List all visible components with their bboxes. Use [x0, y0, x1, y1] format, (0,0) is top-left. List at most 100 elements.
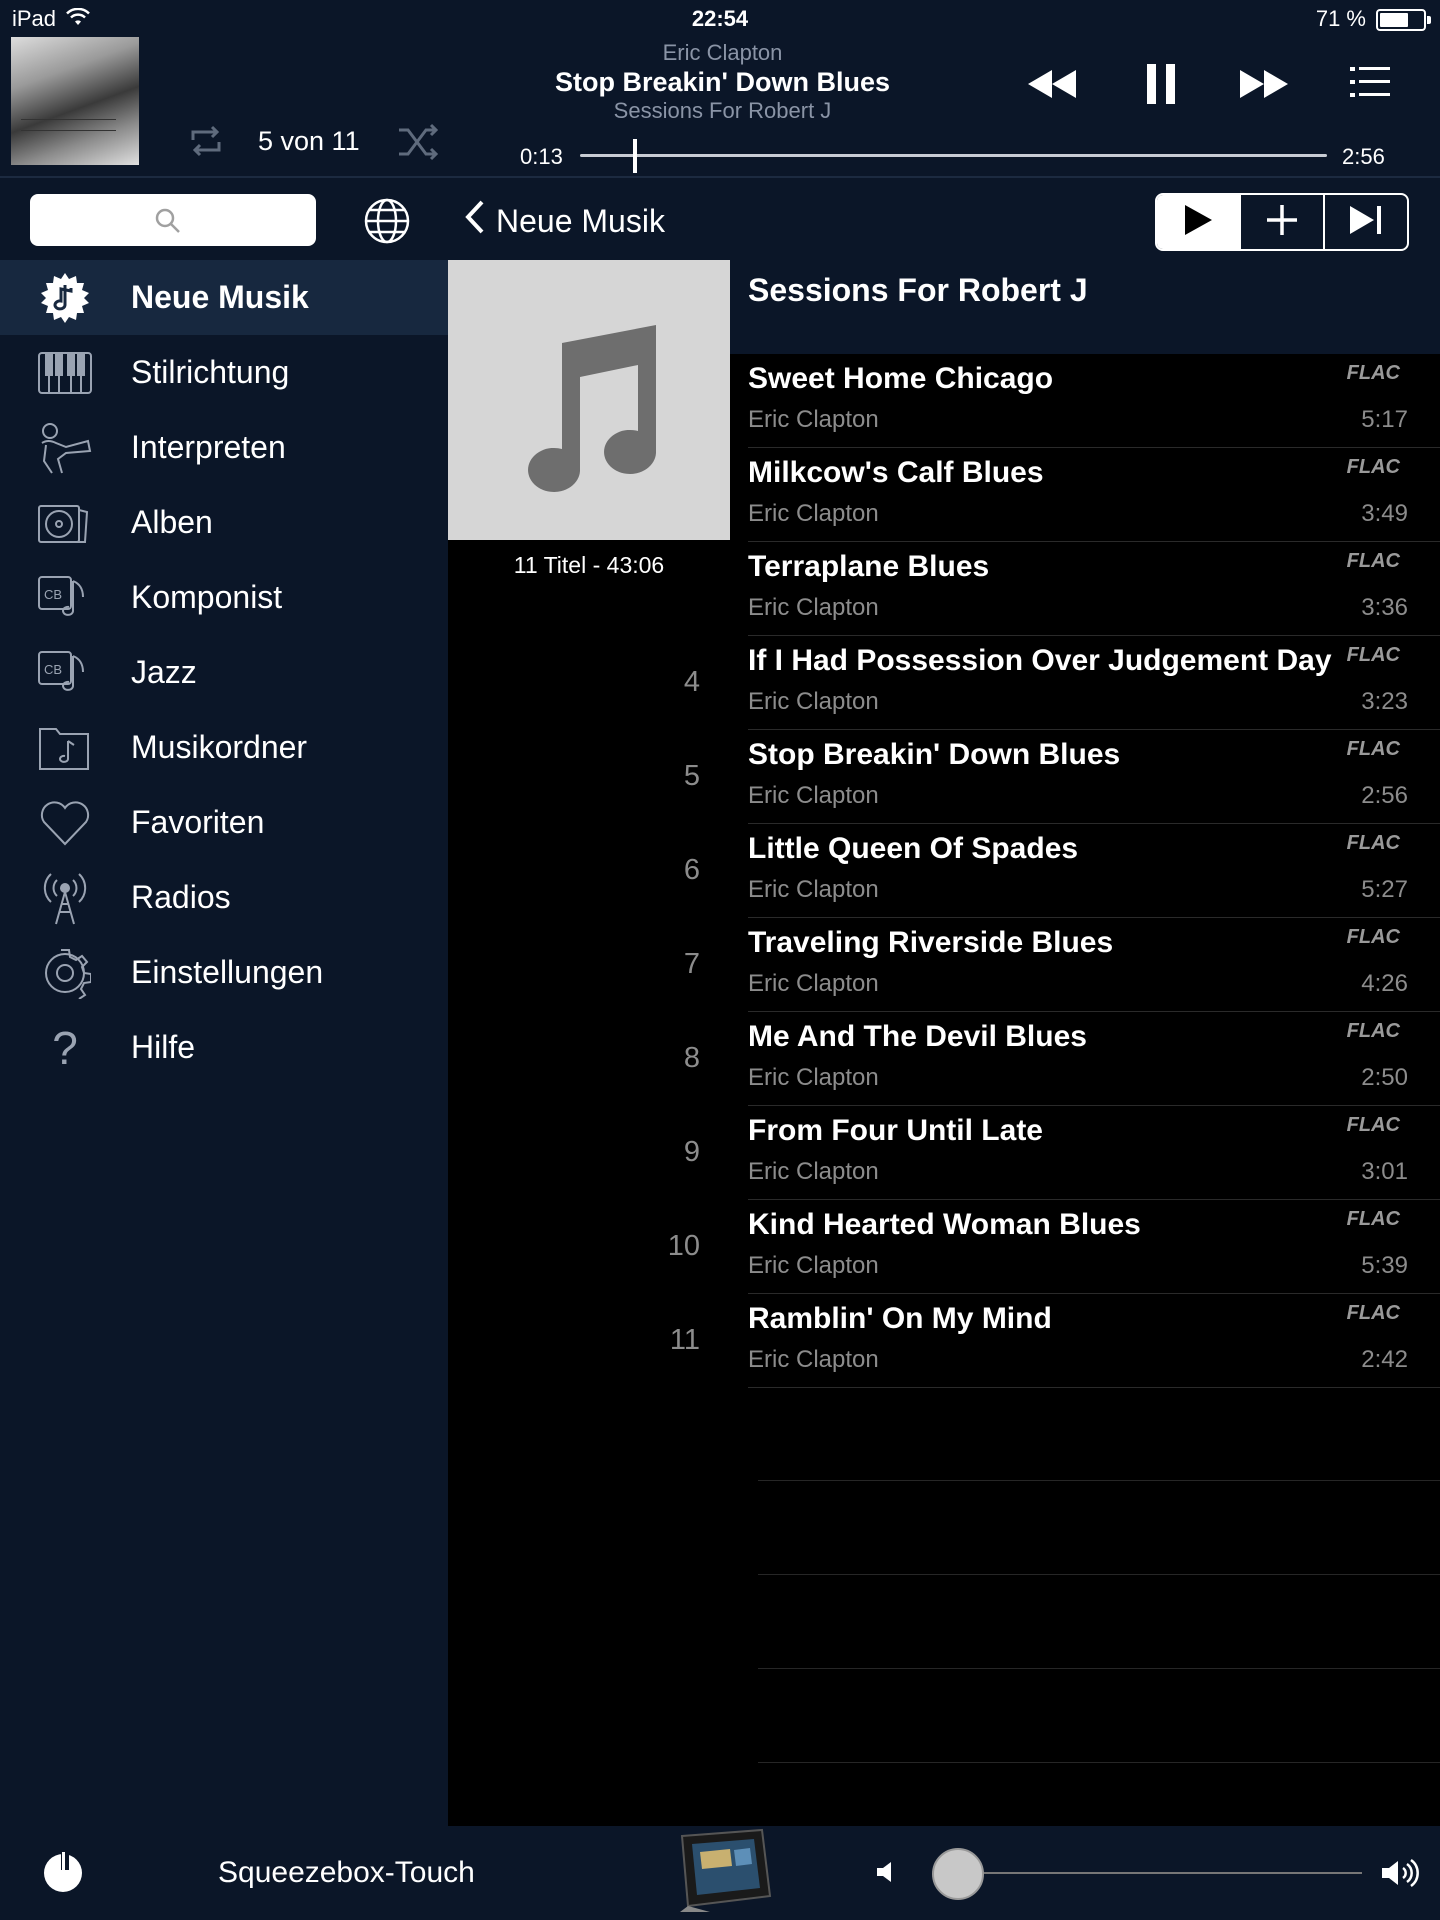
sidebar-item-favoriten[interactable]: Favoriten	[0, 785, 448, 860]
status-time: 22:54	[691, 6, 749, 31]
repeat-icon[interactable]	[185, 120, 227, 167]
squeezebox-device-icon[interactable]	[670, 1826, 774, 1912]
track-artist: Eric Clapton	[748, 594, 879, 621]
track-artist: Eric Clapton	[748, 688, 879, 715]
track-artist: Eric Clapton	[748, 406, 879, 433]
track-title: If I Had Possession Over Judgement Day	[748, 644, 1332, 677]
track-duration: 2:50	[1361, 1064, 1408, 1091]
track-number: 4	[683, 666, 700, 698]
track-format: FLAC	[1346, 1302, 1400, 1324]
now-playing-cover[interactable]	[11, 37, 139, 165]
track-row[interactable]: Sweet Home Chicago Eric Clapton FLAC 5:1…	[448, 354, 1440, 448]
track-format: FLAC	[1346, 738, 1400, 760]
track-format: FLAC	[1346, 456, 1400, 478]
volume-track[interactable]	[950, 1872, 1362, 1874]
track-number: 5	[683, 760, 700, 792]
sidebar-item-hilfe[interactable]: ? Hilfe	[0, 1010, 448, 1085]
sidebar-item-label: Alben	[131, 504, 213, 540]
album-detail: 11 Titel - 43:06 Sessions For Robert J S…	[448, 260, 1440, 1826]
track-title: Kind Hearted Woman Blues	[748, 1208, 1141, 1241]
track-row[interactable]: Milkcow's Calf Blues Eric Clapton FLAC 3…	[448, 448, 1440, 542]
add-to-queue-button[interactable]	[1241, 195, 1325, 249]
track-row[interactable]: 4 If I Had Possession Over Judgement Day…	[448, 636, 1440, 730]
track-number: 10	[667, 1230, 700, 1262]
gear-icon	[36, 946, 94, 1000]
sidebar-item-label: Radios	[131, 879, 231, 915]
sidebar-item-interpreten[interactable]: Interpreten	[0, 410, 448, 485]
back-button[interactable]: Neue Musik	[462, 198, 665, 244]
play-all-button[interactable]	[1157, 195, 1241, 249]
sidebar-item-neue-musik[interactable]: Neue Musik	[0, 260, 448, 335]
sidebar-item-radios[interactable]: Radios	[0, 860, 448, 935]
track-artist: Eric Clapton	[748, 1252, 879, 1279]
volume-down-icon[interactable]	[875, 1860, 897, 1889]
player-name[interactable]: Squeezebox-Touch	[218, 1856, 475, 1890]
track-row[interactable]: 8 Me And The Devil Blues Eric Clapton FL…	[448, 1012, 1440, 1106]
track-number: 11	[669, 1324, 700, 1356]
track-row[interactable]: 11 Ramblin' On My Mind Eric Clapton FLAC…	[448, 1294, 1440, 1388]
track-number: 6	[683, 854, 700, 886]
sidebar-item-label: Favoriten	[131, 804, 265, 840]
sidebar-item-label: Jazz	[131, 654, 197, 690]
track-format: FLAC	[1346, 550, 1400, 572]
battery-percent: 71 %	[1315, 6, 1366, 31]
fast-forward-icon[interactable]	[1236, 64, 1292, 109]
musician-icon	[36, 421, 94, 475]
sidebar-item-label: Musikordner	[131, 729, 308, 765]
sidebar-item-stilrichtung[interactable]: Stilrichtung	[0, 335, 448, 410]
track-title: Stop Breakin' Down Blues	[748, 738, 1121, 771]
track-row[interactable]: 7 Traveling Riverside Blues Eric Clapton…	[448, 918, 1440, 1012]
elapsed-time: 0:13	[520, 144, 563, 169]
rewind-icon[interactable]	[1024, 64, 1080, 109]
track-row[interactable]: 9 From Four Until Late Eric Clapton FLAC…	[448, 1106, 1440, 1200]
track-format: FLAC	[1346, 362, 1400, 384]
track-duration: 2:56	[1361, 782, 1408, 809]
queue-list-icon[interactable]	[1348, 62, 1392, 107]
track-duration: 4:26	[1361, 970, 1408, 997]
progress-handle[interactable]	[633, 139, 638, 173]
track-row[interactable]: Terraplane Blues Eric Clapton FLAC 3:36	[448, 542, 1440, 636]
now-playing-artist: Eric Clapton	[662, 40, 783, 65]
track-artist: Eric Clapton	[748, 970, 879, 997]
add-icon	[1264, 202, 1300, 243]
pause-icon[interactable]	[1144, 62, 1178, 111]
track-duration: 3:01	[1361, 1158, 1408, 1185]
sidebar-item-jazz[interactable]: CB Jazz	[0, 635, 448, 710]
track-title: From Four Until Late	[748, 1114, 1043, 1147]
track-row[interactable]: 10 Kind Hearted Woman Blues Eric Clapton…	[448, 1200, 1440, 1294]
track-row[interactable]: 5 Stop Breakin' Down Blues Eric Clapton …	[448, 730, 1440, 824]
power-button[interactable]	[44, 1850, 82, 1892]
track-row[interactable]: 6 Little Queen Of Spades Eric Clapton FL…	[448, 824, 1440, 918]
track-title: Terraplane Blues	[748, 550, 990, 583]
empty-row-divider	[758, 1480, 1440, 1481]
composer-icon: CB	[36, 571, 94, 625]
volume-up-icon[interactable]	[1380, 1858, 1422, 1893]
svg-text:CB: CB	[44, 587, 62, 602]
track-artist: Eric Clapton	[748, 1064, 879, 1091]
progress-track[interactable]	[580, 154, 1327, 157]
shuffle-icon[interactable]	[396, 120, 440, 169]
now-playing-bar: 5 von 11 Eric Clapton Stop Breakin' Down…	[0, 34, 1440, 176]
sidebar-item-komponist[interactable]: CB Komponist	[0, 560, 448, 635]
globe-icon[interactable]	[362, 196, 412, 251]
track-title: Ramblin' On My Mind	[748, 1302, 1052, 1335]
track-duration: 5:27	[1361, 876, 1408, 903]
volume-handle[interactable]	[932, 1848, 985, 1900]
new-music-icon	[36, 271, 94, 325]
track-number: 8	[683, 1042, 700, 1074]
play-next-button[interactable]	[1325, 195, 1407, 249]
track-title: Milkcow's Calf Blues	[748, 456, 1044, 489]
sidebar-item-alben[interactable]: Alben	[0, 485, 448, 560]
sidebar-item-label: Hilfe	[131, 1029, 196, 1065]
track-format: FLAC	[1346, 1020, 1400, 1042]
sidebar-item-einstellungen[interactable]: Einstellungen	[0, 935, 448, 1010]
search-icon	[154, 207, 182, 240]
sidebar-item-label: Neue Musik	[131, 279, 309, 315]
battery-icon	[1376, 9, 1431, 31]
album-title: Sessions For Robert J	[748, 272, 1088, 308]
sidebar-item-musikordner[interactable]: Musikordner	[0, 710, 448, 785]
track-title: Little Queen Of Spades	[748, 832, 1079, 865]
row-divider	[748, 1387, 1440, 1388]
jazz-icon: CB	[36, 646, 94, 700]
search-field[interactable]	[30, 194, 316, 246]
